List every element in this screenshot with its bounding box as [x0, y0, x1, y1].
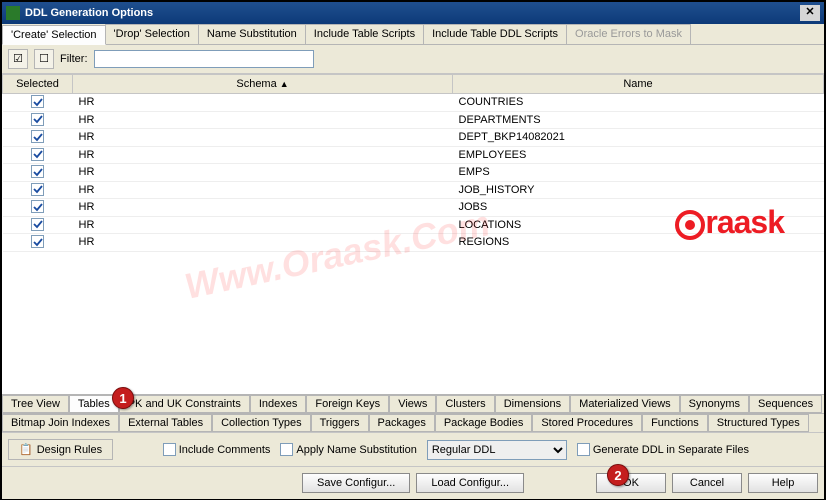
btab-triggers[interactable]: Triggers: [311, 414, 369, 432]
table-row[interactable]: HRCOUNTRIES: [3, 94, 824, 112]
app-icon: [6, 6, 20, 20]
cell-name: EMPLOYEES: [453, 146, 824, 164]
rules-icon: 📋: [19, 443, 33, 456]
btab-mviews[interactable]: Materialized Views: [570, 395, 680, 413]
save-config-button[interactable]: Save Configur...: [302, 473, 410, 493]
tab-create-selection[interactable]: 'Create' Selection: [2, 25, 106, 45]
cell-schema: HR: [73, 164, 453, 182]
cell-schema: HR: [73, 199, 453, 217]
callout-1: 1: [112, 387, 134, 409]
btab-dimensions[interactable]: Dimensions: [495, 395, 570, 413]
btab-packages[interactable]: Packages: [369, 414, 435, 432]
btab-views[interactable]: Views: [389, 395, 436, 413]
brand-o-icon: [675, 210, 705, 240]
tab-name-substitution[interactable]: Name Substitution: [198, 24, 306, 44]
btab-sequences[interactable]: Sequences: [749, 395, 822, 413]
bottom-tabs-row2: Bitmap Join Indexes External Tables Coll…: [2, 413, 824, 432]
include-comments-checkbox[interactable]: Include Comments: [163, 443, 271, 456]
checkbox-icon[interactable]: [31, 183, 44, 196]
tab-drop-selection[interactable]: 'Drop' Selection: [105, 24, 199, 44]
btab-functions[interactable]: Functions: [642, 414, 708, 432]
col-schema[interactable]: Schema▲: [73, 75, 453, 94]
window-title: DDL Generation Options: [25, 7, 153, 19]
cell-schema: HR: [73, 234, 453, 252]
btab-bitmap-join[interactable]: Bitmap Join Indexes: [2, 414, 119, 432]
cell-schema: HR: [73, 129, 453, 147]
btab-pk-uk[interactable]: PK and UK Constraints: [119, 395, 250, 413]
cell-schema: HR: [73, 181, 453, 199]
brand-logo: raask: [675, 204, 784, 241]
btab-tree-view[interactable]: Tree View: [2, 395, 69, 413]
options-bar: 📋 Design Rules Include Comments Apply Na…: [2, 432, 824, 466]
table-row[interactable]: HRJOB_HISTORY: [3, 181, 824, 199]
btab-indexes[interactable]: Indexes: [250, 395, 307, 413]
checkbox-icon[interactable]: [31, 235, 44, 248]
cell-name: JOB_HISTORY: [453, 181, 824, 199]
btab-structured-types[interactable]: Structured Types: [708, 414, 809, 432]
cell-schema: HR: [73, 94, 453, 112]
cell-schema: HR: [73, 111, 453, 129]
checkbox-icon[interactable]: [31, 218, 44, 231]
btab-synonyms[interactable]: Synonyms: [680, 395, 749, 413]
checkbox-icon[interactable]: [31, 130, 44, 143]
help-button[interactable]: Help: [748, 473, 818, 493]
apply-name-sub-checkbox[interactable]: Apply Name Substitution: [280, 443, 416, 456]
col-selected[interactable]: Selected: [3, 75, 73, 94]
checkbox-icon[interactable]: [31, 200, 44, 213]
cell-name: EMPS: [453, 164, 824, 182]
button-bar: Save Configur... Load Configur... OK Can…: [2, 466, 824, 499]
design-rules-button[interactable]: 📋 Design Rules: [8, 439, 113, 460]
close-icon[interactable]: ✕: [800, 5, 820, 21]
filter-input[interactable]: [94, 50, 314, 68]
table-row[interactable]: HREMPLOYEES: [3, 146, 824, 164]
cell-name: COUNTRIES: [453, 94, 824, 112]
filter-label: Filter:: [60, 53, 88, 65]
btab-stored-procs[interactable]: Stored Procedures: [532, 414, 642, 432]
btab-clusters[interactable]: Clusters: [436, 395, 494, 413]
tab-include-table-scripts[interactable]: Include Table Scripts: [305, 24, 424, 44]
toolbar: ☑ ☐ Filter:: [2, 45, 824, 74]
gen-separate-checkbox[interactable]: Generate DDL in Separate Files: [577, 443, 749, 456]
checkbox-icon[interactable]: [31, 148, 44, 161]
col-name[interactable]: Name: [453, 75, 824, 94]
tab-include-ddl-scripts[interactable]: Include Table DDL Scripts: [423, 24, 567, 44]
callout-2: 2: [607, 464, 629, 486]
btab-external-tables[interactable]: External Tables: [119, 414, 212, 432]
table-row[interactable]: HREMPS: [3, 164, 824, 182]
table-row[interactable]: HRDEPARTMENTS: [3, 111, 824, 129]
btab-package-bodies[interactable]: Package Bodies: [435, 414, 533, 432]
checkbox-icon[interactable]: [31, 95, 44, 108]
tab-oracle-errors[interactable]: Oracle Errors to Mask: [566, 24, 691, 44]
table-row[interactable]: HRDEPT_BKP14082021: [3, 129, 824, 147]
checkbox-icon[interactable]: [31, 165, 44, 178]
deselect-all-icon[interactable]: ☐: [34, 49, 54, 69]
top-tabs: 'Create' Selection 'Drop' Selection Name…: [2, 24, 824, 45]
sort-asc-icon: ▲: [280, 79, 289, 89]
ddl-type-select[interactable]: Regular DDL: [427, 440, 567, 460]
cell-schema: HR: [73, 216, 453, 234]
select-all-icon[interactable]: ☑: [8, 49, 28, 69]
btab-collection-types[interactable]: Collection Types: [212, 414, 311, 432]
titlebar: DDL Generation Options ✕: [2, 2, 824, 24]
cell-name: DEPARTMENTS: [453, 111, 824, 129]
cell-name: DEPT_BKP14082021: [453, 129, 824, 147]
btab-foreign-keys[interactable]: Foreign Keys: [306, 395, 389, 413]
cancel-button[interactable]: Cancel: [672, 473, 742, 493]
checkbox-icon[interactable]: [31, 113, 44, 126]
load-config-button[interactable]: Load Configur...: [416, 473, 524, 493]
cell-schema: HR: [73, 146, 453, 164]
table-area: Selected Schema▲ Name HRCOUNTRIESHRDEPAR…: [2, 74, 824, 394]
